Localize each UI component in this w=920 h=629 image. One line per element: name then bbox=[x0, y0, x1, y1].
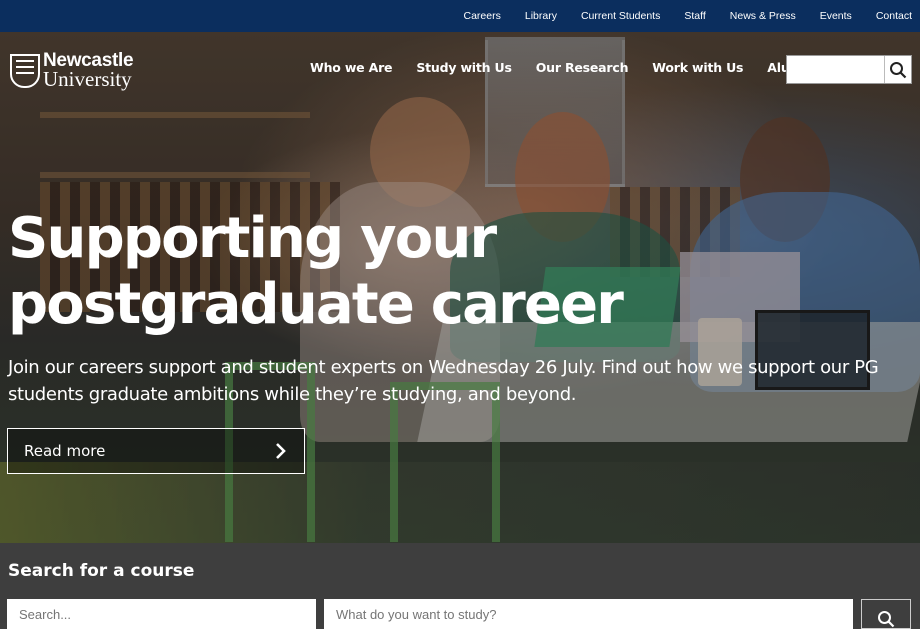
utility-link-news-press[interactable]: News & Press bbox=[730, 10, 796, 22]
read-more-label: Read more bbox=[24, 442, 106, 460]
hero-description: Join our careers support and student exp… bbox=[8, 357, 879, 405]
utility-link-contact[interactable]: Contact bbox=[876, 10, 912, 22]
search-icon bbox=[890, 61, 907, 78]
search-icon bbox=[878, 611, 895, 628]
chevron-right-icon bbox=[276, 443, 286, 459]
hero-title-line-2: postgraduate career bbox=[8, 272, 624, 337]
course-search-title: Search for a course bbox=[8, 561, 195, 581]
site-search-input[interactable] bbox=[787, 56, 884, 83]
nav-who-we-are[interactable]: Who we Are bbox=[310, 60, 393, 75]
nav-study-with-us[interactable]: Study with Us bbox=[416, 60, 512, 75]
course-level-field[interactable] bbox=[7, 599, 316, 629]
university-logo[interactable]: Newcastle University bbox=[10, 51, 134, 92]
hero-title-line-1: Supporting your bbox=[8, 206, 497, 271]
site-search bbox=[786, 55, 912, 84]
utility-link-current-students[interactable]: Current Students bbox=[581, 10, 660, 22]
utility-link-events[interactable]: Events bbox=[820, 10, 852, 22]
course-search-button[interactable] bbox=[861, 599, 911, 629]
nav-our-research[interactable]: Our Research bbox=[536, 60, 629, 75]
course-search-section: Search for a course bbox=[0, 543, 920, 629]
read-more-button[interactable]: Read more bbox=[7, 428, 305, 474]
hero-title: Supporting your postgraduate career bbox=[8, 206, 708, 338]
course-subject-field[interactable] bbox=[324, 599, 853, 629]
main-nav: Who we Are Study with Us Our Research Wo… bbox=[310, 60, 839, 75]
utility-link-staff[interactable]: Staff bbox=[684, 10, 705, 22]
utility-link-careers[interactable]: Careers bbox=[464, 10, 501, 22]
logo-wordmark: Newcastle University bbox=[43, 51, 134, 92]
utility-link-library[interactable]: Library bbox=[525, 10, 557, 22]
utility-nav: Careers Library Current Students Staff N… bbox=[0, 0, 920, 32]
nav-work-with-us[interactable]: Work with Us bbox=[652, 60, 743, 75]
site-search-button[interactable] bbox=[884, 56, 911, 83]
logo-line-2: University bbox=[43, 67, 132, 92]
crest-icon bbox=[10, 53, 40, 88]
site-header: Newcastle University Who we Are Study wi… bbox=[0, 32, 920, 102]
